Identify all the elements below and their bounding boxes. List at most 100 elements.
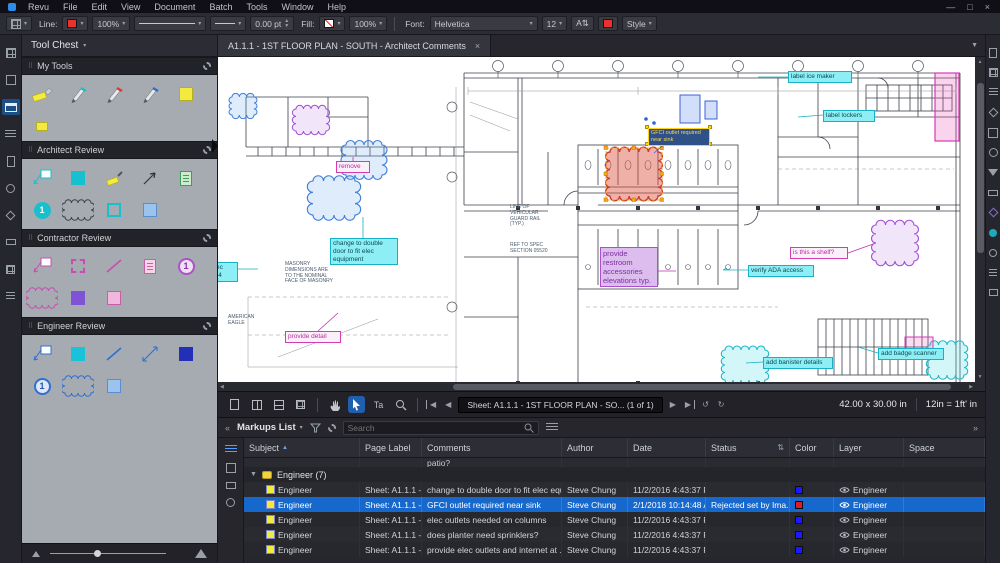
column-layer[interactable]: Layer — [834, 438, 904, 457]
tool-chest-icon[interactable] — [2, 99, 20, 115]
menu-help[interactable]: Help — [320, 2, 353, 12]
previous-page-icon[interactable]: ◀ — [443, 400, 453, 409]
tool-callout-teal[interactable] — [24, 162, 60, 194]
properties-panel-icon[interactable] — [988, 47, 999, 58]
menu-batch[interactable]: Batch — [202, 2, 239, 12]
tool-square-magenta-dashed[interactable] — [60, 250, 96, 282]
file-access-icon[interactable] — [2, 72, 20, 88]
blue-cloud-markup[interactable] — [307, 176, 360, 220]
collapse-right-icon[interactable]: » — [973, 423, 978, 433]
cyan-cloud-markup[interactable] — [721, 346, 768, 384]
tool-square-navy[interactable] — [168, 338, 204, 370]
document-tab[interactable]: A1.1.1 - 1ST FLOOR PLAN - SOUTH - Archit… — [218, 35, 491, 56]
column-status[interactable]: Status⇅ — [706, 438, 790, 457]
thumbnails-view-icon[interactable] — [226, 396, 243, 413]
menu-tools[interactable]: Tools — [239, 2, 274, 12]
fill-color-picker[interactable]: ▾ — [319, 16, 345, 31]
font-size-dropdown[interactable]: 12▾ — [542, 16, 567, 31]
markup-row[interactable]: Engineer Sheet: A1.1.1 -... elec outlets… — [244, 512, 985, 527]
signatures-panel-icon[interactable] — [988, 287, 999, 298]
tool-highlighter[interactable] — [24, 78, 60, 110]
annotation-label[interactable]: remove — [336, 161, 370, 173]
markups-search-box[interactable] — [343, 421, 539, 435]
gear-icon[interactable] — [203, 234, 211, 242]
section-contractor-review[interactable]: ⠿Contractor Review — [22, 229, 217, 247]
color-swatch[interactable] — [795, 486, 803, 494]
blue-dot-markup[interactable] — [652, 121, 656, 125]
column-color[interactable]: Color — [790, 438, 834, 457]
tool-square-lightblue2[interactable] — [96, 370, 132, 402]
color-swatch[interactable] — [795, 546, 803, 554]
markup-row[interactable]: Engineer Sheet: A1.1.1 -... change to do… — [244, 482, 985, 497]
tool-pen-teal[interactable] — [60, 78, 96, 110]
annotation-label-selected[interactable]: GFCI outlet required near sink — [648, 128, 710, 146]
tool-pen-blue[interactable] — [132, 78, 168, 110]
search-panel-icon[interactable] — [2, 180, 20, 196]
line-end-dropdown[interactable]: ▾ — [210, 16, 246, 31]
tool-square-cyan[interactable] — [60, 338, 96, 370]
tool-pencil-yellow[interactable] — [96, 162, 132, 194]
gear-icon[interactable] — [203, 62, 211, 70]
color-swatch[interactable] — [795, 516, 803, 524]
first-page-icon[interactable]: ◀ — [426, 400, 438, 409]
blue-cloud-markup[interactable] — [229, 93, 257, 118]
zoom-tool-icon[interactable] — [392, 396, 409, 413]
menu-edit[interactable]: Edit — [85, 2, 115, 12]
pan-tool-icon[interactable] — [326, 396, 343, 413]
reply-icon[interactable] — [226, 482, 236, 489]
split-horizontal-icon[interactable] — [270, 396, 287, 413]
markup-row[interactable]: Engineer Sheet: A1.1.1 -... does planter… — [244, 527, 985, 542]
measurements-icon[interactable] — [2, 234, 20, 250]
font-color-button[interactable] — [598, 16, 618, 31]
small-size-icon[interactable] — [32, 551, 40, 557]
tool-preset-dropdown[interactable]: ▾ — [6, 16, 32, 31]
tool-line-blue[interactable] — [96, 338, 132, 370]
gear-icon[interactable] — [203, 146, 211, 154]
annotation-label[interactable]: add badge scanner — [878, 348, 944, 360]
font-family-dropdown[interactable]: Helvetica▾ — [430, 16, 538, 31]
dashboard-icon[interactable] — [2, 45, 20, 61]
style-dropdown[interactable]: Style▾ — [622, 16, 657, 31]
blue-cloud-markup[interactable] — [341, 141, 387, 180]
markups-list-title[interactable]: Markups List▾ — [237, 422, 303, 433]
full-screen-icon[interactable] — [292, 396, 309, 413]
studio-panel-icon[interactable] — [988, 207, 999, 218]
flags-panel-icon[interactable] — [988, 167, 999, 178]
previous-view-icon[interactable]: ↺ — [700, 400, 711, 409]
magenta-rect-markup[interactable] — [935, 73, 959, 141]
tool-arrow[interactable] — [132, 162, 168, 194]
spaces-panel-icon[interactable] — [988, 127, 999, 138]
color-swatch[interactable] — [795, 531, 803, 539]
annotation-label[interactable]: add banister details — [763, 357, 833, 369]
last-page-icon[interactable]: ▶ — [683, 400, 695, 409]
tool-size-slider[interactable] — [22, 543, 217, 563]
annotation-label[interactable]: provide restroom accessories elevations … — [600, 247, 658, 287]
tool-square-teal-outline[interactable] — [96, 194, 132, 226]
eye-icon[interactable] — [839, 546, 850, 554]
menu-view[interactable]: View — [114, 2, 147, 12]
column-author[interactable]: Author — [562, 438, 628, 457]
section-engineer-review[interactable]: ⠿Engineer Review — [22, 317, 217, 335]
menu-revu[interactable]: Revu — [21, 2, 56, 12]
tool-line-magenta[interactable] — [96, 250, 132, 282]
section-my-tools[interactable]: ⠿My Tools — [22, 57, 217, 75]
list-view-icon[interactable] — [546, 423, 558, 432]
tool-square-lightblue[interactable] — [132, 194, 168, 226]
tool-square-purple[interactable] — [60, 282, 96, 314]
slider-thumb[interactable] — [94, 550, 101, 557]
minimize-icon[interactable]: — — [946, 2, 955, 12]
tab-close-icon[interactable]: × — [475, 41, 480, 51]
text-autosize-button[interactable]: A⇅ — [571, 16, 594, 31]
split-vertical-icon[interactable] — [248, 396, 265, 413]
close-icon[interactable]: × — [985, 2, 990, 12]
horizontal-scrollbar-thumb[interactable] — [453, 384, 951, 390]
fill-opacity-dropdown[interactable]: 100%▾ — [349, 16, 387, 31]
blue-dot-markup[interactable] — [644, 117, 648, 121]
color-swatch[interactable] — [795, 501, 803, 509]
markup-row-selected[interactable]: Engineer Sheet: A1.1.1 -... GFCI outlet … — [244, 497, 985, 512]
section-architect-review[interactable]: ⠿Architect Review — [22, 141, 217, 159]
large-size-icon[interactable] — [195, 549, 207, 558]
tool-doc-pink[interactable] — [132, 250, 168, 282]
tool-note-pink[interactable] — [96, 282, 132, 314]
annotation-label[interactable]: label lockers — [823, 110, 875, 122]
